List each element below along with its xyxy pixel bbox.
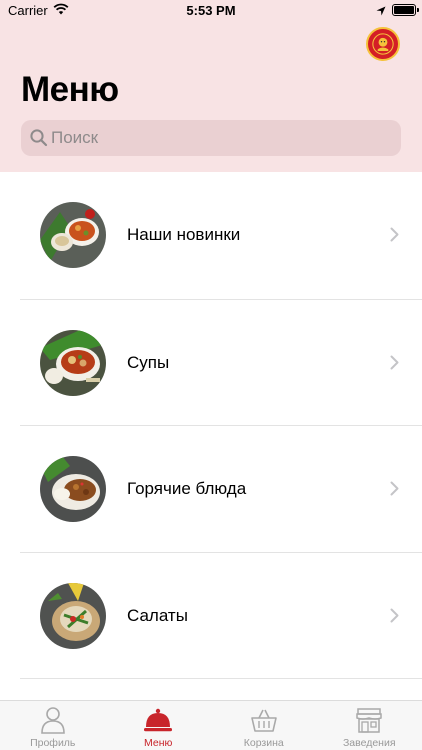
menu-category-list: Наши новинки Супы Горячие блюда Салаты [0,172,422,700]
category-label: Супы [127,352,170,372]
tab-label: Профиль [30,737,76,749]
list-item[interactable]: Наши новинки [20,172,422,299]
store-icon [356,708,382,733]
tab-label: Заведения [342,737,396,749]
chevron-right-icon [390,608,399,622]
header-area: Carrier 5:53 PM Меню [0,0,422,172]
chevron-right-icon [390,481,399,496]
chevron-right-icon [390,227,399,242]
status-time: 5:53 PM [186,3,236,18]
tab-bar: Профиль Меню Корзина Заведения [0,700,422,750]
list-item[interactable]: Горячие блюда [20,425,422,552]
search-input[interactable] [51,120,391,156]
battery-icon [392,4,419,16]
search-bar[interactable] [21,120,401,156]
category-label: Наши новинки [127,225,241,244]
status-bar: Carrier 5:53 PM [0,0,422,22]
basket-icon [250,709,277,732]
location-arrow-icon [376,4,386,19]
tab-label: Корзина [243,737,284,749]
tab-places[interactable]: Заведения [317,701,422,750]
dish-photo-soup-icon [40,329,106,396]
tab-label: Меню [144,737,173,749]
chevron-right-icon [390,355,399,369]
list-item[interactable]: Салаты [20,551,422,679]
cloche-icon [144,708,173,732]
dish-photo-salad-icon [40,582,106,649]
restaurant-logo-icon[interactable] [366,27,400,61]
tab-profile[interactable]: Профиль [0,701,106,750]
list-item[interactable]: Супы [20,298,422,426]
list-item-partial [20,678,422,700]
tab-cart[interactable]: Корзина [211,701,317,750]
category-label: Салаты [127,605,188,625]
person-icon [40,707,65,734]
tab-menu[interactable]: Меню [106,701,212,750]
dish-photo-hot-icon [40,456,106,522]
category-label: Горячие блюда [127,479,247,498]
page-title: Меню [21,70,119,109]
dish-photo-new-icon [40,202,106,268]
search-icon [30,129,48,147]
